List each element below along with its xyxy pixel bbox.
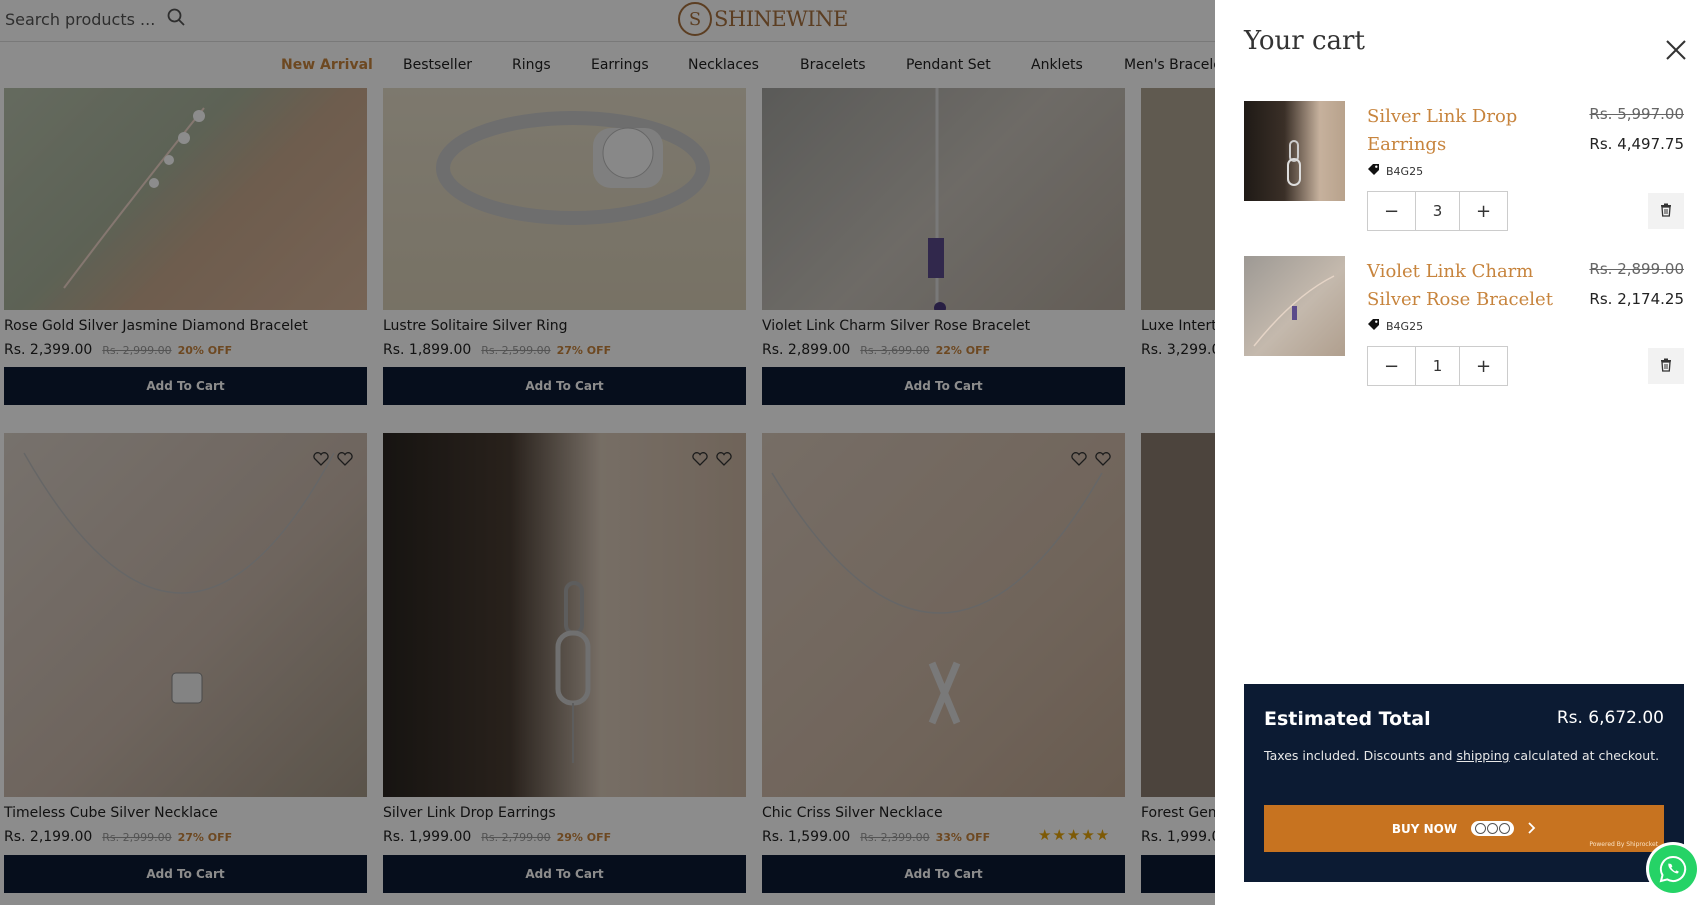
remove-item-button[interactable] bbox=[1648, 193, 1684, 229]
cart-item-name[interactable]: Violet Link Charm Silver Rose Bracelet bbox=[1367, 258, 1577, 314]
decrease-qty-button[interactable]: − bbox=[1368, 192, 1415, 230]
estimated-total-label: Estimated Total bbox=[1264, 708, 1431, 730]
quantity-input[interactable]: 3 bbox=[1415, 192, 1460, 230]
increase-qty-button[interactable]: + bbox=[1460, 347, 1507, 385]
tag-icon bbox=[1367, 318, 1380, 334]
cart-item-compare-price: Rs. 5,997.00 bbox=[1589, 105, 1684, 123]
discount-code: B4G25 bbox=[1367, 163, 1423, 179]
remove-item-button[interactable] bbox=[1648, 348, 1684, 384]
tag-icon bbox=[1367, 163, 1380, 179]
decrease-qty-button[interactable]: − bbox=[1368, 347, 1415, 385]
cart-title: Your cart bbox=[1244, 26, 1365, 56]
discount-code-text: B4G25 bbox=[1386, 164, 1424, 178]
buy-now-label: BUY NOW bbox=[1391, 821, 1458, 836]
discount-code: B4G25 bbox=[1367, 318, 1423, 334]
quantity-stepper: − 1 + bbox=[1367, 346, 1508, 386]
trash-icon bbox=[1660, 202, 1672, 221]
quantity-stepper: − 3 + bbox=[1367, 191, 1508, 231]
page: Search products ... S SHINEWINE New Arri… bbox=[0, 0, 1703, 905]
cart-item-image[interactable] bbox=[1244, 256, 1345, 356]
page-dim-overlay[interactable] bbox=[0, 0, 1215, 905]
chevron-right-icon bbox=[1528, 819, 1536, 838]
cart-item-compare-price: Rs. 2,899.00 bbox=[1589, 260, 1684, 278]
increase-qty-button[interactable]: + bbox=[1460, 192, 1507, 230]
cart-item-image[interactable] bbox=[1244, 101, 1345, 201]
cart-drawer: Your cart Silver Link Drop Earrings Rs. … bbox=[1215, 0, 1703, 905]
quantity-input[interactable]: 1 bbox=[1415, 347, 1460, 385]
cart-item-name[interactable]: Silver Link Drop Earrings bbox=[1367, 103, 1567, 159]
powered-by-text: Powered By Shiprocket bbox=[1589, 841, 1658, 848]
cart-item-price: Rs. 2,174.25 bbox=[1589, 290, 1684, 308]
cart-item-price: Rs. 4,497.75 bbox=[1589, 135, 1684, 153]
trash-icon bbox=[1660, 357, 1672, 376]
tax-note: Taxes included. Discounts and shipping c… bbox=[1264, 746, 1664, 766]
cart-item: Violet Link Charm Silver Rose Bracelet R… bbox=[1244, 256, 1684, 396]
whatsapp-icon[interactable] bbox=[1649, 845, 1697, 893]
buy-now-button[interactable]: BUY NOW Powered By Shiprocket bbox=[1264, 805, 1664, 852]
discount-code-text: B4G25 bbox=[1386, 319, 1424, 333]
tax-note-after: calculated at checkout. bbox=[1509, 748, 1660, 763]
shipping-link[interactable]: shipping bbox=[1456, 748, 1509, 763]
estimated-total-value: Rs. 6,672.00 bbox=[1556, 708, 1664, 728]
payment-icons bbox=[1471, 821, 1515, 836]
cart-summary: Estimated Total Rs. 6,672.00 Taxes inclu… bbox=[1244, 684, 1684, 882]
cart-item: Silver Link Drop Earrings Rs. 5,997.00 R… bbox=[1244, 101, 1684, 241]
close-icon[interactable] bbox=[1664, 38, 1688, 62]
tax-note-before: Taxes included. Discounts and bbox=[1264, 748, 1457, 763]
